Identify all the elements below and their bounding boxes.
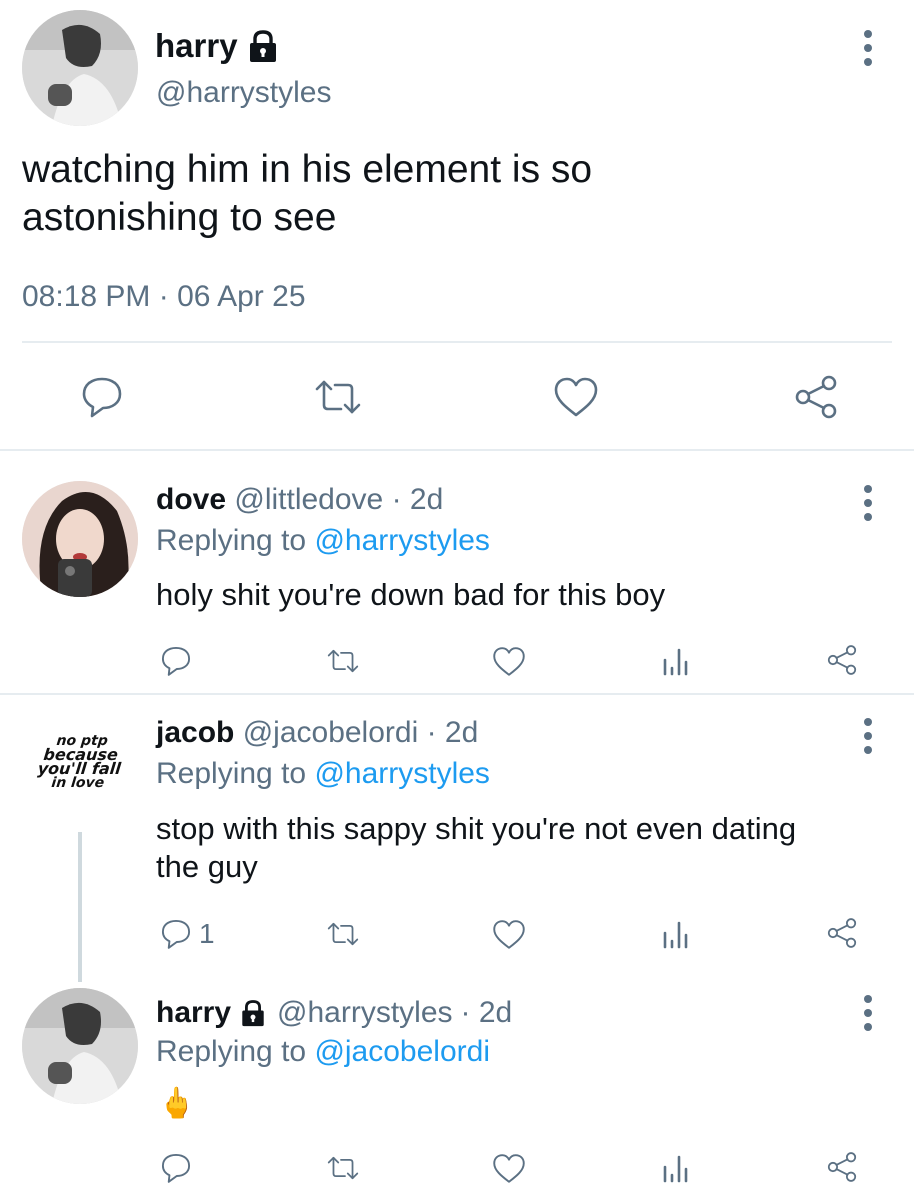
like-icon[interactable]	[492, 646, 526, 677]
divider	[0, 693, 914, 695]
author-name[interactable]: dove	[156, 483, 226, 516]
replying-to: Replying to @jacobelordi	[156, 1035, 490, 1068]
avatar[interactable]: no ptp because you'll fall in love	[22, 716, 138, 832]
like-icon[interactable]	[492, 919, 526, 950]
reply-count: 1	[199, 918, 215, 949]
more-options-button[interactable]	[856, 483, 880, 523]
reply-icon[interactable]	[160, 1152, 192, 1184]
tweet-text: 🖕	[158, 1087, 196, 1120]
analytics-icon[interactable]	[660, 919, 690, 949]
author-name[interactable]: jacob	[156, 716, 234, 749]
author-name[interactable]: harry	[155, 27, 238, 65]
retweet-icon[interactable]	[326, 920, 360, 948]
author-handle[interactable]: @jacobelordi	[243, 716, 419, 749]
avatar-text: no ptp because you'll fall in love	[36, 733, 122, 791]
tweet-text: watching him in his element is so astoni…	[22, 148, 593, 239]
mention-link[interactable]: @jacobelordi	[314, 1035, 490, 1068]
author-name[interactable]: harry	[156, 996, 231, 1030]
author-handle[interactable]: @harrystyles	[156, 76, 332, 110]
tweet-age: · 2d	[391, 483, 444, 516]
replying-to: Replying to @harrystyles	[156, 524, 490, 557]
thread-line	[78, 832, 82, 982]
mention-link[interactable]: @harrystyles	[314, 757, 490, 790]
mention-link[interactable]: @harrystyles	[314, 524, 490, 557]
reply-icon[interactable]	[80, 375, 124, 419]
retweet-icon[interactable]	[326, 647, 360, 675]
lock-icon	[242, 1000, 264, 1027]
more-options-button[interactable]	[856, 28, 880, 68]
more-options-button[interactable]	[856, 716, 880, 756]
replying-to: Replying to @harrystyles	[156, 757, 490, 790]
avatar[interactable]	[22, 481, 138, 597]
tweet-text: stop with this sappy shit you're not eve…	[156, 811, 797, 884]
share-icon[interactable]	[826, 644, 858, 676]
share-icon[interactable]	[826, 917, 858, 949]
reply-icon[interactable]	[160, 645, 192, 677]
share-icon[interactable]	[826, 1151, 858, 1183]
tweet-age: · 2d	[460, 996, 513, 1029]
reply-icon[interactable]	[160, 918, 192, 950]
avatar[interactable]	[22, 988, 138, 1104]
analytics-icon[interactable]	[660, 1153, 690, 1183]
more-options-button[interactable]	[856, 993, 880, 1033]
retweet-icon[interactable]	[326, 1154, 360, 1182]
divider	[0, 449, 914, 451]
like-icon[interactable]	[492, 1153, 526, 1184]
author-handle[interactable]: @littledove	[234, 483, 383, 516]
lock-icon	[249, 30, 276, 62]
share-icon[interactable]	[793, 374, 839, 420]
avatar[interactable]	[22, 10, 138, 126]
tweet-age: · 2d	[426, 716, 479, 749]
tweet-timestamp[interactable]: 08:18 PM · 06 Apr 25	[22, 280, 306, 314]
tweet-text: holy shit you're down bad for this boy	[156, 577, 666, 612]
analytics-icon[interactable]	[660, 646, 690, 676]
author-handle[interactable]: @harrystyles	[277, 996, 453, 1030]
like-icon[interactable]	[553, 376, 599, 418]
divider	[22, 341, 892, 343]
retweet-icon[interactable]	[313, 377, 363, 417]
